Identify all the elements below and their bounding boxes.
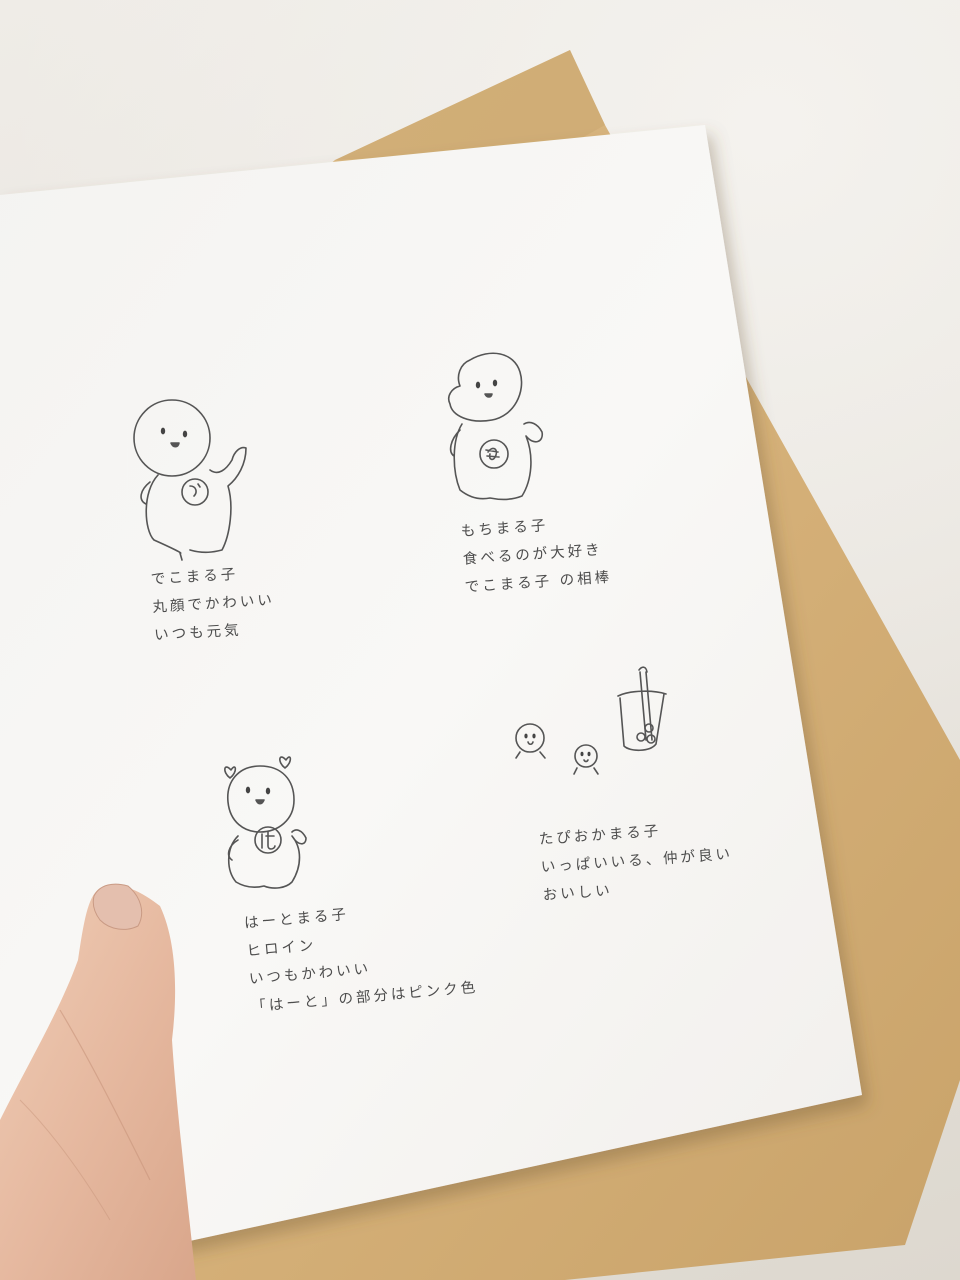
- caption-mochimaruko: もちまる子 食べるのが大好き でこまる子 の相棒: [460, 508, 613, 602]
- caption-tapiokamaruko: たぴおかまる子 いっぱいいる、仲が良い おいしい: [538, 813, 736, 910]
- caption-haatomaruko: はーとまる子 ヒロイン いつもかわいい 「はーと」の部分はピンク色: [243, 890, 479, 1021]
- photo-scene: でこまる子 丸顔でかわいい いつも元気 もちまる子 食べるのが大好き でこまる子…: [0, 0, 960, 1280]
- paper-sheet: [0, 125, 862, 1260]
- caption-dekomaruko: でこまる子 丸顔でかわいい いつも元気: [150, 559, 277, 650]
